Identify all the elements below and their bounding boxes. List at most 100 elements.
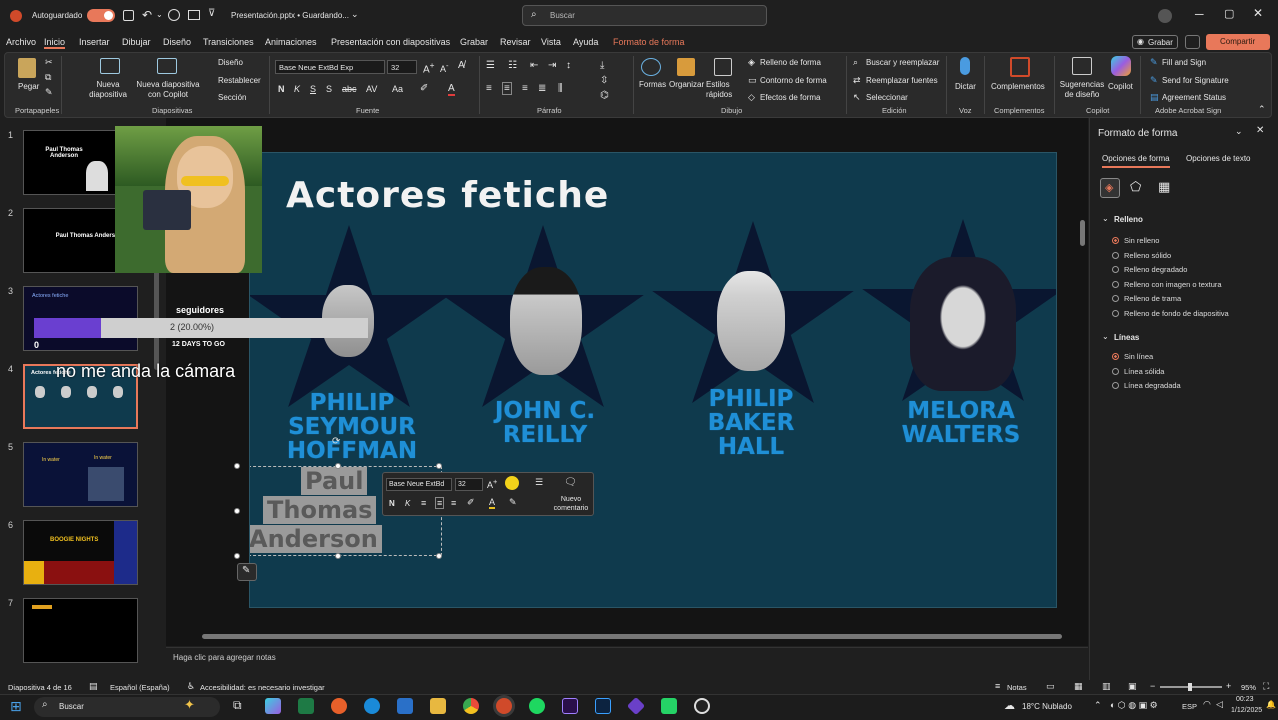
tray-chevron-icon[interactable]: ⌃ [1094, 700, 1102, 711]
slide-thumbnail-5[interactable]: In water In water [23, 442, 138, 507]
mini-italic-icon[interactable]: K [405, 499, 410, 508]
mini-font-color-icon[interactable]: A [489, 497, 496, 509]
copilot-icon[interactable] [1111, 56, 1131, 76]
shape-outline-button[interactable]: Contorno de forma [760, 76, 827, 85]
mini-grow-font-icon[interactable]: A+ [487, 477, 497, 490]
shapes-icon[interactable] [641, 58, 661, 76]
underline-icon[interactable]: S [310, 84, 316, 94]
undo-icon[interactable]: ↶ [142, 8, 152, 22]
weather-icon[interactable]: ☁ [1004, 699, 1015, 712]
keyboard-language[interactable]: ESP [1182, 702, 1197, 711]
fill-option-none[interactable]: Sin relleno [1112, 236, 1159, 245]
copy-icon[interactable]: ⧉ [45, 72, 51, 83]
tab-animaciones[interactable]: Animaciones [265, 37, 317, 47]
send-signature-button[interactable]: Send for Signature [1162, 76, 1229, 85]
app-obs-icon[interactable] [694, 698, 710, 714]
smartart-icon[interactable]: ⌬ [600, 90, 609, 101]
copilot-button[interactable]: Copilot [1108, 82, 1133, 91]
tab-archivo[interactable]: Archivo [6, 37, 36, 47]
horizontal-scrollbar[interactable] [202, 634, 1062, 639]
new-slide-copilot-icon[interactable] [157, 58, 177, 74]
mini-list-icon[interactable]: ☰ [535, 477, 543, 488]
zoom-in-icon[interactable]: + [1226, 681, 1231, 691]
designer-icon[interactable] [1072, 57, 1092, 75]
resize-handle[interactable] [436, 553, 442, 559]
shape-fill-button[interactable]: Relleno de forma [760, 58, 821, 67]
autosave-toggle[interactable] [87, 9, 115, 22]
resize-handle[interactable] [234, 553, 240, 559]
app-chrome-icon[interactable] [463, 698, 479, 714]
clock-date[interactable]: 1/12/2025 [1231, 707, 1262, 714]
app-mail-icon[interactable] [397, 698, 413, 714]
present-icon[interactable] [188, 10, 200, 20]
fit-slide-icon[interactable]: ⛶ [1263, 681, 1269, 692]
actor-photo[interactable] [717, 271, 785, 371]
weather-text[interactable]: 18°C Nublado [1022, 702, 1072, 711]
mini-bold-icon[interactable]: N [389, 499, 395, 508]
text-direction-icon[interactable]: ⤓ [600, 60, 604, 71]
app-firefox-icon[interactable] [331, 698, 347, 714]
actor-photo[interactable] [910, 257, 1016, 391]
language-status[interactable]: Español (España) [110, 683, 170, 692]
tab-dibujar[interactable]: Dibujar [122, 37, 151, 47]
actor-name[interactable]: PHILIP BAKER HALL [684, 387, 818, 459]
fill-section-header[interactable]: Relleno [1114, 215, 1143, 224]
collapse-ribbon-icon[interactable]: ⌃ [1258, 104, 1266, 115]
record-button[interactable]: ◉ Grabar [1132, 35, 1178, 49]
font-name-select[interactable]: Base Neue ExtBd Exp [275, 60, 385, 74]
tab-diseno[interactable]: Diseño [163, 37, 191, 47]
wifi-icon[interactable]: ◠ [1203, 699, 1211, 710]
notes-toggle[interactable]: Notas [1007, 683, 1027, 692]
spellcheck-icon[interactable]: ▤ [89, 681, 98, 692]
resize-handle[interactable] [234, 463, 240, 469]
zoom-slider[interactable] [1160, 683, 1222, 691]
sorter-view-icon[interactable]: ▦ [1074, 681, 1083, 692]
resize-handle[interactable] [335, 463, 341, 469]
share-button[interactable]: Compartir [1206, 34, 1270, 50]
app-photoshop-icon[interactable] [595, 698, 611, 714]
paste-icon[interactable] [18, 58, 36, 78]
shrink-font-icon[interactable]: A- [440, 61, 449, 74]
line-option-none[interactable]: Sin línea [1112, 352, 1153, 361]
paste-button[interactable]: Pegar [18, 82, 39, 91]
grow-font-icon[interactable]: A+ [423, 60, 435, 75]
align-left-icon[interactable]: ≡ [486, 83, 492, 94]
align-center-icon[interactable]: ≡ [502, 82, 512, 95]
fill-option-gradient[interactable]: Relleno degradado [1112, 265, 1187, 274]
tab-text-options[interactable]: Opciones de texto [1186, 154, 1250, 163]
shape-effects-button[interactable]: Efectos de forma [760, 93, 820, 102]
resize-handle[interactable] [436, 463, 442, 469]
rotate-handle-icon[interactable]: ⟳ [332, 436, 340, 447]
new-slide-button[interactable]: Nueva diapositiva [86, 80, 130, 100]
strike-icon[interactable]: abc [342, 84, 357, 94]
addins-icon[interactable] [1010, 57, 1030, 77]
app-spotify-icon[interactable] [529, 698, 545, 714]
resize-handle[interactable] [335, 553, 341, 559]
new-comment-icon[interactable]: 🗨 [564, 477, 577, 488]
tab-inicio[interactable]: Inicio [44, 37, 66, 49]
accessibility-icon[interactable]: ♿ [187, 681, 195, 692]
find-replace-button[interactable]: Buscar y reemplazar [866, 58, 939, 67]
close-icon[interactable]: ✕ [1253, 6, 1263, 20]
slide-title[interactable]: Actores fetiche [286, 175, 609, 216]
resize-handle[interactable] [234, 508, 240, 514]
tab-vista[interactable]: Vista [541, 37, 561, 47]
start-icon[interactable]: ⊞ [10, 698, 22, 715]
notes-icon[interactable]: ≡ [995, 681, 1000, 691]
quick-styles-icon[interactable] [714, 58, 732, 76]
avatar[interactable] [1158, 9, 1172, 23]
replace-fonts-button[interactable]: Reemplazar fuentes [866, 76, 938, 85]
font-size-select[interactable]: 32 [387, 60, 417, 74]
mini-font-select[interactable]: Base Neue ExtBd [386, 478, 452, 491]
actor-name[interactable]: PHILIP SEYMOUR HOFFMAN [266, 391, 438, 463]
quick-styles-button[interactable]: Estilos rápidos [706, 80, 742, 100]
mini-align-right-icon[interactable]: ≡ [451, 498, 456, 508]
save-icon[interactable] [123, 10, 134, 21]
numbering-icon[interactable]: ☷ [508, 60, 517, 71]
app-whatsapp-icon[interactable] [661, 698, 677, 714]
comments-icon[interactable] [1185, 35, 1200, 49]
app-edge-icon[interactable] [364, 698, 380, 714]
reading-view-icon[interactable]: ▥ [1102, 681, 1111, 692]
case-icon[interactable]: Aa [392, 84, 403, 94]
normal-view-icon[interactable]: ▭ [1046, 681, 1055, 692]
